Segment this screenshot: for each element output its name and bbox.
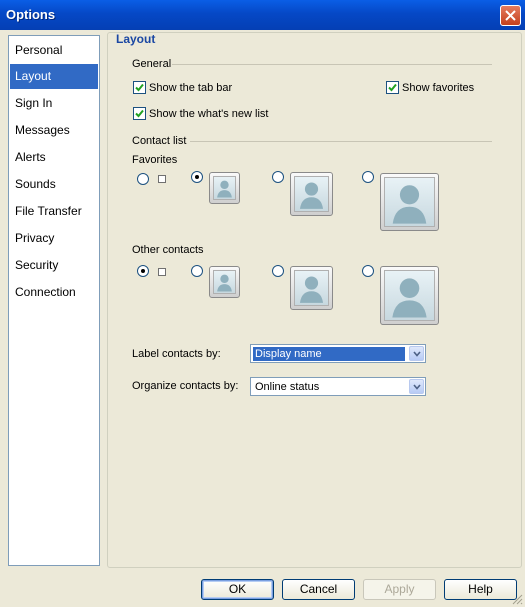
panel-heading: Layout	[116, 32, 156, 46]
general-divider	[172, 64, 492, 65]
chevron-down-icon	[413, 351, 421, 357]
general-section-label: General	[132, 58, 172, 70]
label-contacts-by-select[interactable]: Display name	[250, 344, 426, 363]
show-favorites-checkbox[interactable]	[386, 81, 399, 94]
show-favorites-label: Show favorites	[402, 82, 475, 94]
other-contacts-label: Other contacts	[132, 244, 204, 256]
buddy-icon	[217, 180, 232, 198]
checkmark-icon	[135, 109, 144, 118]
favorites-size-small-radio[interactable]	[191, 171, 203, 183]
favorites-size-none-radio[interactable]	[137, 173, 149, 185]
checkmark-icon	[135, 83, 144, 92]
tiny-avatar-preview	[158, 175, 166, 183]
favorites-size-medium-radio[interactable]	[272, 171, 284, 183]
resize-grip-icon[interactable]	[512, 594, 523, 605]
sidebar-item-alerts[interactable]: Alerts	[10, 145, 98, 170]
checkmark-icon	[388, 83, 397, 92]
title-bar: Options	[0, 0, 525, 30]
buddy-icon	[299, 276, 324, 303]
label-contacts-by-value: Display name	[253, 347, 405, 361]
sidebar-item-privacy[interactable]: Privacy	[10, 226, 98, 251]
contact-list-divider	[190, 141, 492, 142]
sidebar-item-security[interactable]: Security	[10, 253, 98, 278]
show-tab-bar-label: Show the tab bar	[149, 82, 233, 94]
cancel-button[interactable]: Cancel	[282, 579, 355, 600]
buddy-icon	[217, 274, 232, 292]
buddy-icon	[392, 185, 427, 224]
show-whats-new-checkbox[interactable]	[133, 107, 146, 120]
buddy-icon	[299, 182, 324, 209]
show-whats-new-label: Show the what's new list	[149, 108, 269, 120]
other-size-none-radio[interactable]	[137, 265, 149, 277]
sidebar-item-sign-in[interactable]: Sign In	[10, 91, 98, 116]
favorites-size-large-radio[interactable]	[362, 171, 374, 183]
medium-avatar-preview	[290, 172, 333, 216]
help-button[interactable]: Help	[444, 579, 517, 600]
tiny-avatar-preview	[158, 268, 166, 276]
sidebar-item-messages[interactable]: Messages	[10, 118, 98, 143]
large-avatar-preview	[380, 266, 439, 325]
medium-avatar-preview	[290, 266, 333, 310]
close-icon	[505, 10, 516, 21]
sidebar-item-layout[interactable]: Layout	[10, 64, 98, 89]
favorites-label: Favorites	[132, 154, 178, 166]
sidebar-item-personal[interactable]: Personal	[10, 38, 98, 63]
show-tab-bar-checkbox[interactable]	[133, 81, 146, 94]
sidebar-item-connection[interactable]: Connection	[10, 280, 98, 305]
dropdown-button[interactable]	[409, 346, 424, 361]
buddy-icon	[392, 278, 427, 318]
other-size-small-radio[interactable]	[191, 265, 203, 277]
apply-button[interactable]: Apply	[363, 579, 436, 600]
dropdown-button[interactable]	[409, 379, 424, 394]
organize-contacts-by-value: Online status	[255, 381, 320, 393]
organize-contacts-by-select[interactable]: Online status	[250, 377, 426, 396]
sidebar-item-sounds[interactable]: Sounds	[10, 172, 98, 197]
chevron-down-icon	[413, 384, 421, 390]
sidebar-item-file-transfer[interactable]: File Transfer	[10, 199, 98, 224]
other-size-large-radio[interactable]	[362, 265, 374, 277]
organize-contacts-by-label: Organize contacts by:	[132, 380, 239, 392]
large-avatar-preview	[380, 173, 439, 231]
window-title: Options	[6, 7, 56, 22]
category-list: Personal Layout Sign In Messages Alerts …	[8, 35, 100, 566]
small-avatar-preview	[209, 266, 240, 298]
label-contacts-by-label: Label contacts by:	[132, 348, 221, 360]
small-avatar-preview	[209, 172, 240, 204]
contact-list-section-label: Contact list	[132, 135, 187, 147]
ok-button[interactable]: OK	[201, 579, 274, 600]
close-button[interactable]	[500, 5, 521, 26]
other-size-medium-radio[interactable]	[272, 265, 284, 277]
